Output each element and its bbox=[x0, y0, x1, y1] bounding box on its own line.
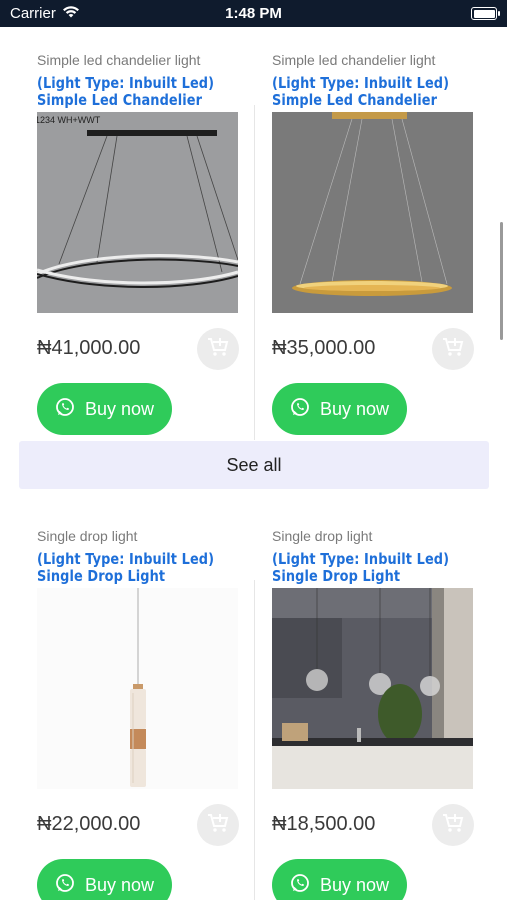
product-price: ₦41,000.00 bbox=[37, 337, 141, 359]
see-all-button[interactable]: See all bbox=[19, 441, 489, 489]
single-drop-light-image bbox=[37, 588, 238, 789]
product-row: Single drop light (Light Type: Inbuilt L… bbox=[0, 490, 507, 900]
buy-now-label: Buy now bbox=[319, 874, 390, 895]
product-row: Simple led chandelier light (Light Type:… bbox=[0, 27, 507, 440]
product-category: Simple led chandelier light bbox=[37, 52, 201, 68]
add-to-cart-icon bbox=[207, 337, 229, 362]
add-to-cart-icon bbox=[207, 813, 229, 838]
carrier-label: Carrier bbox=[10, 5, 56, 22]
add-to-cart-icon bbox=[442, 337, 464, 362]
product-category: Single drop light bbox=[272, 528, 373, 544]
buy-now-button[interactable]: Buy now bbox=[272, 383, 407, 435]
product-price: ₦22,000.00 bbox=[37, 813, 141, 835]
product-image[interactable] bbox=[37, 588, 238, 789]
add-to-cart-button[interactable] bbox=[197, 328, 239, 370]
gold-oval-chandelier-image bbox=[272, 112, 473, 313]
add-to-cart-icon bbox=[442, 813, 464, 838]
whatsapp-icon bbox=[55, 397, 75, 422]
product-title[interactable]: (Light Type: Inbuilt Led) Simple Led Cha… bbox=[272, 75, 478, 109]
product-price: ₦35,000.00 bbox=[272, 337, 376, 359]
product-image[interactable]: 1234 WH+WWT bbox=[37, 112, 238, 313]
chandelier-ring-image: 1234 WH+WWT bbox=[37, 112, 238, 313]
whatsapp-icon bbox=[55, 873, 75, 898]
product-image[interactable] bbox=[272, 588, 473, 789]
product-card[interactable]: Single drop light (Light Type: Inbuilt L… bbox=[37, 528, 257, 900]
add-to-cart-button[interactable] bbox=[432, 804, 474, 846]
battery-icon bbox=[471, 7, 500, 20]
whatsapp-icon bbox=[290, 873, 310, 898]
product-title[interactable]: (Light Type: Inbuilt Led) Simple Led Cha… bbox=[37, 75, 243, 109]
add-to-cart-button[interactable] bbox=[432, 328, 474, 370]
whatsapp-icon bbox=[290, 397, 310, 422]
buy-now-label: Buy now bbox=[84, 398, 155, 419]
buy-now-button[interactable]: Buy now bbox=[272, 859, 407, 900]
product-title[interactable]: (Light Type: Inbuilt Led) Single Drop Li… bbox=[37, 551, 243, 585]
buy-now-button[interactable]: Buy now bbox=[37, 383, 172, 435]
add-to-cart-button[interactable] bbox=[197, 804, 239, 846]
image-caption: 1234 WH+WWT bbox=[37, 115, 101, 125]
product-price: ₦18,500.00 bbox=[272, 813, 376, 835]
product-category: Single drop light bbox=[37, 528, 138, 544]
status-left: Carrier bbox=[10, 5, 80, 22]
buy-now-label: Buy now bbox=[319, 398, 390, 419]
product-title[interactable]: (Light Type: Inbuilt Led) Single Drop Li… bbox=[272, 551, 478, 585]
product-card[interactable]: Single drop light (Light Type: Inbuilt L… bbox=[272, 528, 492, 900]
buy-now-button[interactable]: Buy now bbox=[37, 859, 172, 900]
wifi-icon bbox=[62, 5, 80, 22]
buy-now-label: Buy now bbox=[84, 874, 155, 895]
product-card[interactable]: Simple led chandelier light (Light Type:… bbox=[272, 52, 492, 435]
status-bar: Carrier 1:48 PM bbox=[0, 0, 507, 27]
product-image[interactable] bbox=[272, 112, 473, 313]
product-category: Simple led chandelier light bbox=[272, 52, 436, 68]
product-card[interactable]: Simple led chandelier light (Light Type:… bbox=[37, 52, 257, 435]
kitchen-pendant-lights-image bbox=[272, 588, 473, 789]
